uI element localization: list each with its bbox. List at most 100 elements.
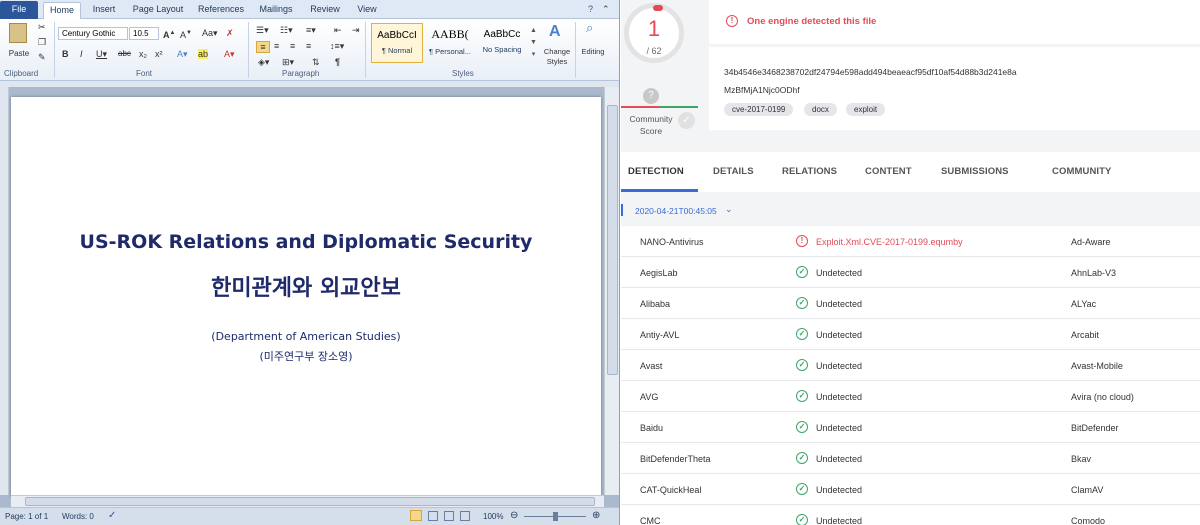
scan-date: 2020-04-21T00:45:05: [635, 206, 717, 216]
print-layout-view-icon[interactable]: [410, 510, 422, 521]
chevron-down-icon[interactable]: ⌄: [725, 204, 733, 215]
virustotal-panel: 1 / 62 ? Community Score ✓ ! One engine …: [621, 0, 1200, 525]
tab-details[interactable]: DETAILS: [713, 166, 754, 177]
page-count[interactable]: Page: 1 of 1: [5, 512, 48, 521]
subscript-icon[interactable]: x₂: [139, 49, 147, 59]
strikethrough-icon[interactable]: abc: [118, 49, 131, 59]
tab-content[interactable]: CONTENT: [865, 166, 912, 177]
engine-total: / 62: [646, 46, 662, 56]
community-vote-icon[interactable]: ✓: [678, 112, 695, 129]
clear-formatting-icon[interactable]: ✗: [226, 28, 234, 38]
tag-chip[interactable]: docx: [804, 103, 837, 116]
style-no-spacing[interactable]: AaBbCc No Spacing: [476, 23, 528, 63]
clipboard-icon[interactable]: [9, 23, 27, 43]
file-hash[interactable]: 34b4546e3468238702df24794e598add494beaea…: [724, 67, 1017, 77]
tab-relations[interactable]: RELATIONS: [782, 166, 837, 177]
tab-mailings[interactable]: Mailings: [253, 2, 299, 19]
multilevel-list-icon[interactable]: ≡▾: [306, 25, 316, 35]
underline-icon[interactable]: U▾: [96, 49, 107, 59]
bullets-icon[interactable]: ☰▾: [256, 25, 269, 35]
tab-file[interactable]: File: [0, 1, 38, 19]
vertical-scroll-thumb[interactable]: [607, 105, 618, 375]
proofing-icon[interactable]: ✓: [108, 510, 116, 521]
justify-icon[interactable]: ≡: [306, 41, 311, 51]
word-window: File Home Insert Page Layout References …: [0, 0, 620, 525]
superscript-icon[interactable]: x²: [155, 49, 163, 59]
line-spacing-icon[interactable]: ↕≡▾: [330, 41, 344, 51]
numbering-icon[interactable]: ☷▾: [280, 25, 293, 35]
outline-view-icon[interactable]: [460, 511, 470, 521]
table-row: CMC ✓ Undetected Comodo: [621, 505, 1200, 525]
date-marker: [621, 204, 623, 216]
grow-font-icon[interactable]: A▲: [163, 28, 175, 40]
tab-references[interactable]: References: [193, 2, 249, 19]
doc-title-english: US-ROK Relations and Diplomatic Security: [79, 231, 533, 253]
tab-page-layout[interactable]: Page Layout: [127, 2, 189, 19]
italic-icon[interactable]: I: [80, 49, 83, 59]
increase-indent-icon[interactable]: ⇥: [352, 25, 360, 35]
tab-review[interactable]: Review: [304, 2, 346, 19]
change-case-icon[interactable]: Aa▾: [202, 28, 218, 38]
paste-button[interactable]: Paste: [4, 49, 34, 59]
show-formatting-icon[interactable]: ¶: [335, 57, 340, 67]
table-row: Antiy-AVL ✓ Undetected Arcabit: [621, 319, 1200, 350]
align-left-icon[interactable]: ≡: [256, 41, 270, 53]
style-personal[interactable]: AABB( ¶ Personal...: [424, 23, 476, 63]
word-count[interactable]: Words: 0: [62, 512, 94, 521]
ribbon-collapse-icon[interactable]: ⌃: [602, 4, 610, 14]
cut-icon[interactable]: ✂: [38, 22, 46, 32]
detection-result: Undetected: [816, 516, 863, 525]
tab-insert[interactable]: Insert: [86, 2, 122, 19]
zoom-in-icon[interactable]: ⊕: [592, 510, 600, 521]
decrease-indent-icon[interactable]: ⇤: [334, 25, 342, 35]
style-normal[interactable]: AaBbCcI ¶ Normal: [371, 23, 423, 63]
font-color-icon[interactable]: A▾: [224, 49, 235, 59]
bold-icon[interactable]: B: [62, 49, 69, 59]
tab-detection[interactable]: DETECTION: [628, 166, 684, 177]
font-name-select[interactable]: Century Gothic: [58, 27, 128, 40]
editing-button[interactable]: Editing: [578, 47, 608, 57]
help-icon[interactable]: ?: [588, 4, 593, 14]
highlight-icon[interactable]: ab: [198, 49, 209, 59]
check-circle-icon: ✓: [796, 483, 808, 495]
vertical-scrollbar[interactable]: [604, 87, 619, 495]
text-effects-icon[interactable]: A▾: [177, 49, 188, 59]
change-styles-icon[interactable]: A: [549, 23, 561, 41]
table-row: AegisLab ✓ Undetected AhnLab-V3: [621, 257, 1200, 288]
tab-community[interactable]: COMMUNITY: [1052, 166, 1111, 177]
align-center-icon[interactable]: ≡: [274, 41, 279, 51]
horizontal-scrollbar[interactable]: [11, 495, 604, 507]
zoom-level[interactable]: 100%: [483, 512, 503, 521]
full-screen-view-icon[interactable]: [428, 511, 438, 521]
binoculars-icon[interactable]: ⌕: [586, 21, 593, 34]
tab-submissions[interactable]: SUBMISSIONS: [941, 166, 1009, 177]
tag-chip[interactable]: cve-2017-0199: [724, 103, 794, 116]
detection-result: Undetected: [816, 330, 863, 340]
borders-icon[interactable]: ⊞▾: [282, 57, 294, 67]
styles-scroll-icon[interactable]: ▲ ▼ ▾: [530, 25, 537, 61]
font-size-select[interactable]: 10.5: [129, 27, 159, 40]
zoom-slider-handle[interactable]: [553, 512, 558, 521]
document-page[interactable]: US-ROK Relations and Diplomatic Security…: [11, 97, 601, 497]
engine-name: AegisLab: [640, 268, 678, 278]
horizontal-ruler: [0, 81, 619, 87]
format-painter-icon[interactable]: ✎: [38, 52, 46, 62]
style-label: ¶ Normal: [381, 46, 413, 55]
web-layout-view-icon[interactable]: [444, 511, 454, 521]
change-styles-button[interactable]: Change Styles: [540, 47, 574, 67]
align-right-icon[interactable]: ≡: [290, 41, 295, 51]
shading-icon[interactable]: ◈▾: [258, 57, 269, 67]
copy-icon[interactable]: ❐: [38, 37, 46, 47]
ribbon-tab-bar: File Home Insert Page Layout References …: [0, 0, 619, 19]
detection-result: Undetected: [816, 361, 863, 371]
group-label-styles: Styles: [452, 69, 474, 78]
horizontal-scroll-thumb[interactable]: [25, 497, 595, 506]
tag-chip[interactable]: exploit: [846, 103, 886, 116]
tab-home[interactable]: Home: [43, 2, 81, 19]
sort-icon[interactable]: ⇅: [312, 57, 320, 67]
shrink-font-icon[interactable]: A▼: [180, 28, 192, 40]
zoom-out-icon[interactable]: ⊖: [510, 510, 518, 521]
active-tab-indicator: [621, 189, 698, 192]
scan-date-selector[interactable]: 2020-04-21T00:45:05 ⌄: [621, 199, 1200, 223]
tab-view[interactable]: View: [350, 2, 384, 19]
